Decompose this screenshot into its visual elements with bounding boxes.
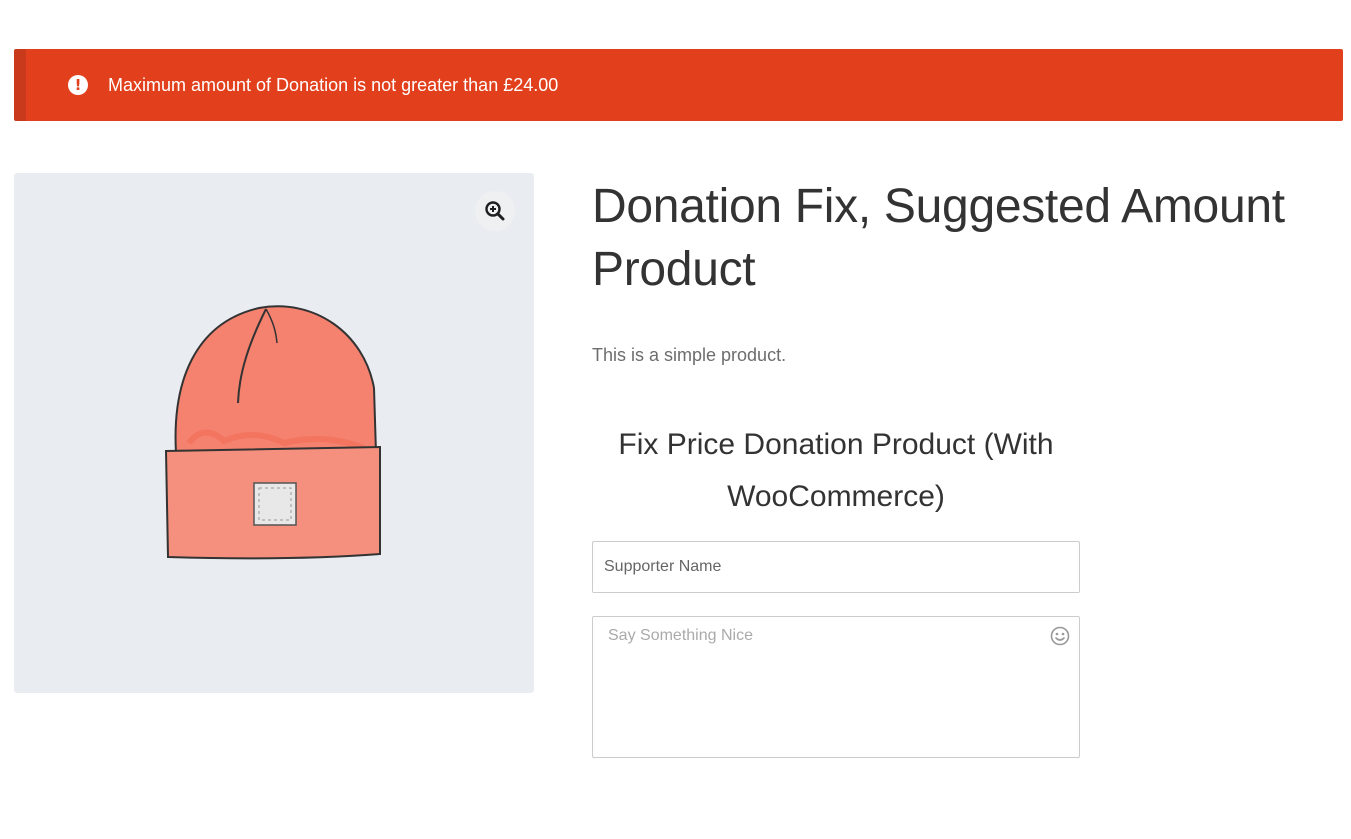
- zoom-in-icon: [485, 201, 505, 221]
- error-message: Maximum amount of Donation is not greate…: [108, 75, 559, 95]
- alert-circle-icon: !: [68, 75, 88, 95]
- smiley-icon[interactable]: [1050, 626, 1070, 646]
- product-gallery: [14, 173, 534, 693]
- error-notice: ! Maximum amount of Donation is not grea…: [14, 49, 1343, 121]
- zoom-in-button[interactable]: [475, 191, 515, 231]
- supporter-name-input[interactable]: [592, 541, 1080, 593]
- message-field: [592, 616, 1080, 758]
- donation-form-title: Fix Price Donation Product (With WooComm…: [618, 428, 1054, 513]
- product-title: Donation Fix, Suggested Amount Product: [592, 180, 1285, 296]
- beanie-hat-image[interactable]: [164, 303, 384, 563]
- product-short-description: This is a simple product.: [592, 345, 787, 365]
- message-textarea[interactable]: [592, 616, 1080, 758]
